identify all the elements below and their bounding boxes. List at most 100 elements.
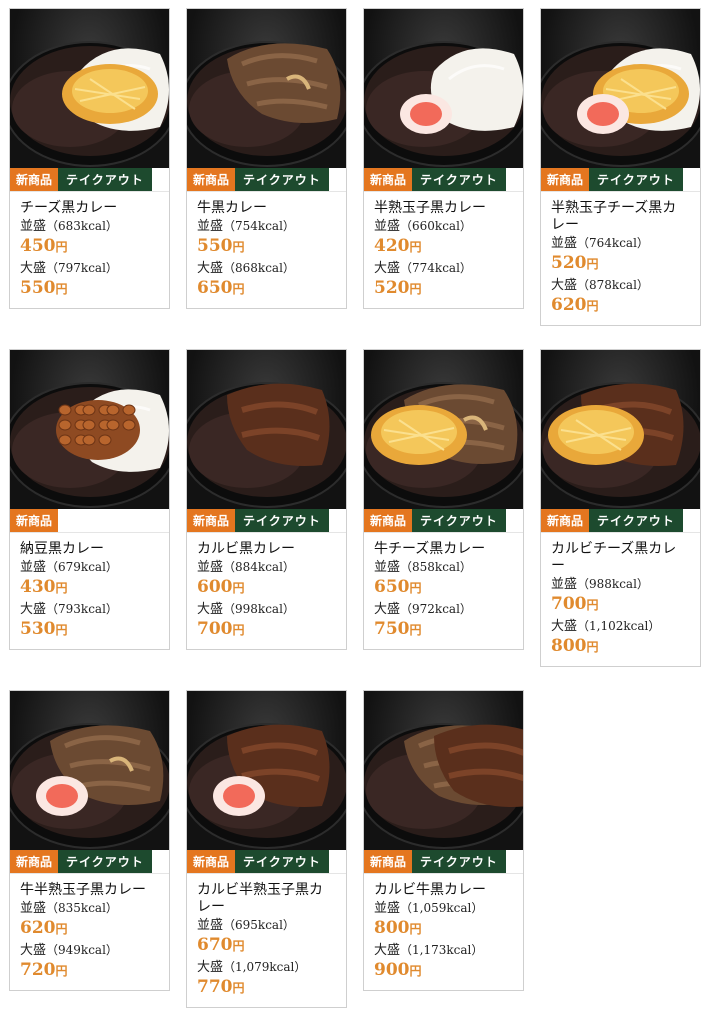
- menu-item-photo[interactable]: [187, 350, 346, 509]
- menu-card[interactable]: 新商品 テイクアウト カルビ半熟玉子黒カレー 並盛（695kcal） 670円 大盛（1,…: [186, 690, 347, 1008]
- menu-item-name[interactable]: カルビ牛黒カレー: [374, 882, 513, 899]
- regular-size-label: 並盛: [20, 901, 47, 916]
- regular-price: 800円: [374, 918, 422, 938]
- menu-item-photo[interactable]: [364, 350, 523, 509]
- regular-size-label: 並盛: [20, 219, 47, 234]
- large-size-label: 大盛: [197, 602, 224, 617]
- menu-item-name[interactable]: 納豆黒カレー: [20, 541, 159, 558]
- menu-item-info: 半熟玉子黒カレー 並盛（660kcal） 420円 大盛（774kcal） 520円: [364, 192, 523, 308]
- large-kcal: （998kcal）: [223, 602, 295, 616]
- new-item-badge: 新商品: [10, 850, 59, 873]
- menu-item-name[interactable]: 牛チーズ黒カレー: [374, 541, 513, 558]
- large-kcal: （1,102kcal）: [577, 619, 661, 633]
- menu-card[interactable]: 新商品 テイクアウト カルビ牛黒カレー 並盛（1,059kcal） 800円 大盛（1,1…: [363, 690, 524, 991]
- tag-row: 新商品 テイクアウト: [10, 850, 169, 874]
- menu-card[interactable]: 新商品 テイクアウト 牛黒カレー 並盛（754kcal） 550円 大盛（868kcal）…: [186, 8, 347, 309]
- menu-item-photo[interactable]: [541, 9, 700, 168]
- large-size-row: 大盛（972kcal）: [374, 601, 513, 618]
- tag-row: 新商品 テイクアウト: [364, 509, 523, 533]
- tag-row: 新商品 テイクアウト: [187, 168, 346, 192]
- large-size-label: 大盛: [197, 261, 224, 276]
- takeout-badge: テイクアウト: [589, 509, 683, 532]
- regular-size-row: 並盛（695kcal）: [197, 917, 336, 934]
- regular-kcal: （858kcal）: [400, 560, 472, 574]
- menu-item-photo[interactable]: [187, 691, 346, 850]
- menu-item-photo[interactable]: [541, 350, 700, 509]
- regular-price: 420円: [374, 236, 422, 256]
- regular-price: 700円: [551, 594, 599, 614]
- regular-kcal: （764kcal）: [577, 236, 649, 250]
- menu-item-info: 牛チーズ黒カレー 並盛（858kcal） 650円大盛（972kcal） 750円: [364, 533, 523, 649]
- large-size-label: 大盛: [374, 261, 401, 276]
- large-size-label: 大盛: [374, 602, 401, 617]
- large-price: 650円: [197, 278, 245, 298]
- tag-row: 新商品 テイクアウト: [10, 168, 169, 192]
- menu-item-name[interactable]: カルビ黒カレー: [197, 541, 336, 558]
- new-item-badge: 新商品: [187, 850, 236, 873]
- regular-size-label: 並盛: [20, 560, 47, 575]
- menu-item-info: カルビ黒カレー 並盛（884kcal） 600円 大盛（998kcal） 700円: [187, 533, 346, 649]
- large-size-row: 大盛（998kcal）: [197, 601, 336, 618]
- large-kcal: （793kcal）: [46, 602, 118, 616]
- large-kcal: （797kcal）: [46, 261, 118, 275]
- large-price: 700円: [197, 619, 245, 639]
- regular-size-label: 並盛: [374, 560, 401, 575]
- takeout-badge: テイクアウト: [412, 168, 506, 191]
- large-kcal: （1,079kcal）: [223, 960, 307, 974]
- menu-item-photo[interactable]: [10, 691, 169, 850]
- menu-item-name[interactable]: 牛黒カレー: [197, 200, 336, 217]
- new-item-badge: 新商品: [541, 509, 590, 532]
- large-size-label: 大盛: [20, 602, 47, 617]
- menu-item-info: チーズ黒カレー 並盛（683kcal） 450円 大盛（797kcal） 550円: [10, 192, 169, 308]
- menu-card[interactable]: 新商品 テイクアウト カルビ黒カレー 並盛（884kcal） 600円 大盛（998kca…: [186, 349, 347, 650]
- large-price: 720円: [20, 960, 68, 980]
- tag-row: 新商品 テイクアウト: [364, 850, 523, 874]
- menu-card[interactable]: 新商品 納豆黒カレー 並盛（679kcal） 430円 大盛（793kcal） 530円: [9, 349, 170, 650]
- regular-kcal: （835kcal）: [46, 901, 118, 915]
- menu-item-name[interactable]: カルビ半熟玉子黒カレー: [197, 882, 336, 916]
- menu-card[interactable]: 新商品 テイクアウト牛チーズ黒カレー 並盛（858kcal） 650円大盛（972kc…: [363, 349, 524, 650]
- menu-item-photo[interactable]: [187, 9, 346, 168]
- new-item-badge: 新商品: [364, 168, 413, 191]
- menu-item-photo[interactable]: [10, 350, 169, 509]
- large-size-row: 大盛（878kcal）: [551, 277, 690, 294]
- menu-item-info: カルビチーズ黒カレー 並盛（988kcal） 700円 大盛（1,102kcal） 80…: [541, 533, 700, 666]
- menu-card[interactable]: 新商品 テイクアウト 半熟玉子チーズ黒カレー 並盛（764kcal） 520円 大盛（87…: [540, 8, 701, 326]
- large-size-row: 大盛（793kcal）: [20, 601, 159, 618]
- menu-card[interactable]: 新商品 テイクアウト カルビチーズ黒カレー 並盛（988kcal） 700円 大盛（1,1…: [540, 349, 701, 667]
- menu-card[interactable]: 新商品 テイクアウト 半熟玉子黒カレー 並盛（660kcal） 420円 大盛（774kc…: [363, 8, 524, 309]
- menu-item-name[interactable]: チーズ黒カレー: [20, 200, 159, 217]
- menu-item-info: 牛黒カレー 並盛（754kcal） 550円 大盛（868kcal） 650円: [187, 192, 346, 308]
- menu-card[interactable]: 新商品 テイクアウト チーズ黒カレー 並盛（683kcal） 450円 大盛（797kca…: [9, 8, 170, 309]
- new-item-badge: 新商品: [187, 168, 236, 191]
- large-price: 750円: [374, 619, 422, 639]
- menu-item-name[interactable]: カルビチーズ黒カレー: [551, 541, 690, 575]
- menu-card[interactable]: 新商品 テイクアウト 牛半熟玉子黒カレー 並盛（835kcal） 620円 大盛（949k…: [9, 690, 170, 991]
- tag-row: 新商品 テイクアウト: [541, 168, 700, 192]
- large-size-label: 大盛: [20, 261, 47, 276]
- regular-price: 650円: [374, 577, 422, 597]
- new-item-badge: 新商品: [364, 509, 413, 532]
- large-size-label: 大盛: [197, 960, 224, 975]
- regular-size-row: 並盛（988kcal）: [551, 576, 690, 593]
- menu-item-name[interactable]: 半熟玉子黒カレー: [374, 200, 513, 217]
- menu-item-info: 半熟玉子チーズ黒カレー 並盛（764kcal） 520円 大盛（878kcal） 620…: [541, 192, 700, 325]
- regular-price: 520円: [551, 253, 599, 273]
- tag-row: 新商品 テイクアウト: [187, 509, 346, 533]
- menu-item-name[interactable]: 牛半熟玉子黒カレー: [20, 882, 159, 899]
- menu-item-photo[interactable]: [10, 9, 169, 168]
- large-price: 530円: [20, 619, 68, 639]
- new-item-badge: 新商品: [187, 509, 236, 532]
- regular-size-label: 並盛: [374, 219, 401, 234]
- menu-item-info: 牛半熟玉子黒カレー 並盛（835kcal） 620円 大盛（949kcal） 720円: [10, 874, 169, 990]
- large-kcal: （868kcal）: [223, 261, 295, 275]
- new-item-badge: 新商品: [541, 168, 590, 191]
- regular-size-row: 並盛（835kcal）: [20, 900, 159, 917]
- menu-item-name[interactable]: 半熟玉子チーズ黒カレー: [551, 200, 690, 234]
- large-kcal: （774kcal）: [400, 261, 472, 275]
- menu-item-info: カルビ半熟玉子黒カレー 並盛（695kcal） 670円 大盛（1,079kcal） 7…: [187, 874, 346, 1007]
- menu-item-photo[interactable]: [364, 691, 523, 850]
- menu-item-photo[interactable]: [364, 9, 523, 168]
- regular-size-row: 並盛（754kcal）: [197, 218, 336, 235]
- regular-price: 670円: [197, 935, 245, 955]
